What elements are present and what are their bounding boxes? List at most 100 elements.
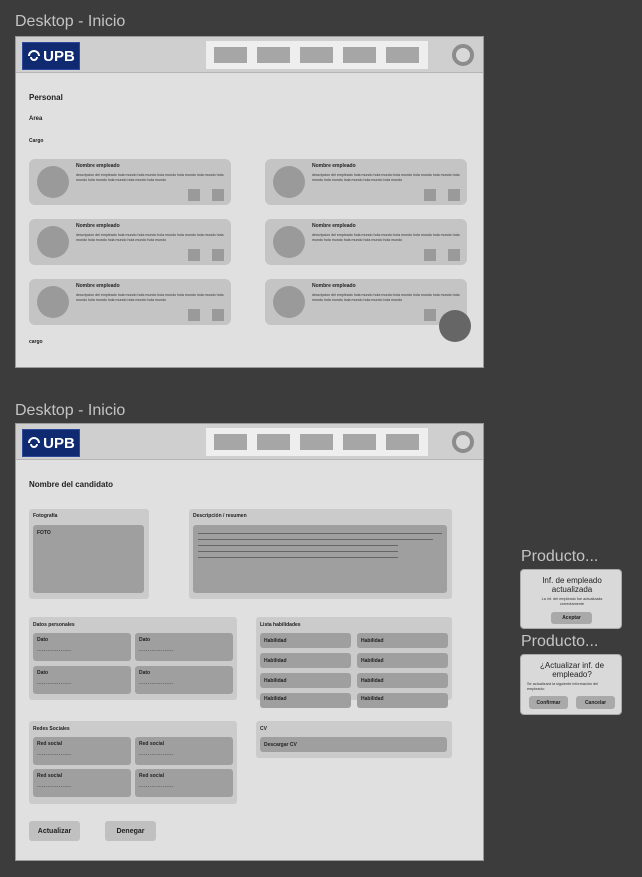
nav-item-4[interactable] (343, 47, 376, 63)
employee-action-button[interactable] (212, 309, 224, 321)
skill-label: Habilidad (264, 638, 287, 644)
description-panel: Descripción / resumen (189, 509, 452, 599)
employee-action-button[interactable] (424, 249, 436, 261)
employee-card[interactable]: Nombre empleado descripcion del empleado… (265, 219, 467, 265)
employee-photo (273, 226, 305, 258)
employee-description: descripcion del empleado hola mundo hola… (312, 173, 460, 182)
update-button[interactable]: Actualizar (29, 821, 80, 841)
nav-item-3[interactable] (300, 434, 333, 450)
logo-icon (28, 50, 41, 61)
skill-item[interactable]: Habilidad (357, 633, 448, 648)
upb-logo[interactable]: UPB (22, 429, 80, 457)
employee-action-button[interactable] (448, 249, 460, 261)
social-panel: Redes Sociales Red social --------------… (29, 721, 237, 804)
employee-description: descripcion del empleado hola mundo hola… (312, 293, 460, 302)
accept-button[interactable]: Aceptar (551, 612, 592, 624)
success-dialog-message: La inf. del empleado fue actualizada cor… (541, 597, 603, 606)
employee-action-button[interactable] (188, 309, 200, 321)
skill-label: Habilidad (361, 678, 384, 684)
nav-item-5[interactable] (386, 47, 419, 63)
skill-item[interactable]: Habilidad (260, 693, 351, 708)
field-value: ---------------- (139, 648, 174, 654)
personal-data-field[interactable]: Dato ---------------- (135, 666, 233, 694)
nav-item-2[interactable] (257, 47, 290, 63)
field-label: Dato (37, 670, 49, 676)
employee-description: descripcion del empleado hola mundo hola… (76, 293, 224, 302)
skill-item[interactable]: Habilidad (357, 653, 448, 668)
cancel-button[interactable]: Cancelar (576, 696, 615, 709)
employee-photo (37, 226, 69, 258)
employee-action-button[interactable] (424, 309, 436, 321)
social-field[interactable]: Red social ---------------- (33, 769, 131, 797)
skill-label: Habilidad (264, 658, 287, 664)
footer-cargo-label: cargo (29, 339, 43, 345)
employee-card[interactable]: Nombre empleado descripcion del empleado… (265, 159, 467, 205)
download-cv-button[interactable]: Descargar CV (260, 737, 447, 752)
field-label: Red social (139, 773, 165, 779)
personal-data-field[interactable]: Dato ---------------- (135, 633, 233, 661)
user-avatar-icon[interactable] (452, 44, 474, 66)
employee-description: descripcion del empleado hola mundo hola… (76, 173, 224, 182)
text-line (198, 545, 398, 546)
employee-card[interactable]: Nombre empleado descripcion del empleado… (29, 219, 231, 265)
employee-description: descripcion del empleado hola mundo hola… (76, 233, 224, 242)
candidate-frame: UPB Nombre del candidato Fotografía FOTO… (15, 423, 484, 861)
field-value: ---------------- (37, 784, 72, 790)
employee-photo (273, 286, 305, 318)
field-label: Dato (139, 670, 151, 676)
candidate-name: Nombre del candidato (29, 480, 114, 489)
field-label: Red social (37, 741, 63, 747)
employee-card[interactable]: Nombre empleado descripcion del empleado… (29, 279, 231, 325)
social-title: Redes Sociales (33, 726, 70, 732)
employee-name: Nombre empleado (76, 163, 120, 169)
employee-action-button[interactable] (212, 249, 224, 261)
employee-action-button[interactable] (212, 189, 224, 201)
text-line (198, 551, 398, 552)
employee-name: Nombre empleado (312, 283, 356, 289)
deny-button[interactable]: Denegar (105, 821, 156, 841)
user-avatar-icon[interactable] (452, 431, 474, 453)
download-cv-label: Descargar CV (264, 742, 297, 748)
employee-name: Nombre empleado (312, 163, 356, 169)
description-panel-title: Descripción / resumen (193, 513, 247, 519)
employee-action-button[interactable] (188, 249, 200, 261)
photo-panel: Fotografía FOTO (29, 509, 149, 599)
employee-name: Nombre empleado (76, 283, 120, 289)
skill-item[interactable]: Habilidad (260, 673, 351, 688)
nav-item-2[interactable] (257, 434, 290, 450)
nav-item-4[interactable] (343, 434, 376, 450)
personal-data-field[interactable]: Dato ---------------- (33, 666, 131, 694)
nav-item-1[interactable] (214, 434, 247, 450)
photo-placeholder: FOTO (33, 525, 144, 593)
nav-item-1[interactable] (214, 47, 247, 63)
skill-item[interactable]: Habilidad (260, 633, 351, 648)
top-header: UPB (16, 37, 483, 73)
personal-data-field[interactable]: Dato ---------------- (33, 633, 131, 661)
nav-bar (206, 41, 428, 69)
field-value: ---------------- (139, 752, 174, 758)
social-field[interactable]: Red social ---------------- (135, 769, 233, 797)
floating-action-button[interactable] (439, 310, 471, 342)
employee-action-button[interactable] (424, 189, 436, 201)
field-label: Dato (37, 637, 49, 643)
skill-item[interactable]: Habilidad (260, 653, 351, 668)
cargo-label: Cargo (29, 138, 44, 144)
skill-item[interactable]: Habilidad (357, 693, 448, 708)
confirm-button[interactable]: Confirmar (529, 696, 568, 709)
nav-item-3[interactable] (300, 47, 333, 63)
field-value: ---------------- (37, 648, 72, 654)
employee-card[interactable]: Nombre empleado descripcion del empleado… (265, 279, 467, 325)
social-field[interactable]: Red social ---------------- (135, 737, 233, 765)
cv-title: CV (260, 726, 267, 732)
nav-item-5[interactable] (386, 434, 419, 450)
success-dialog-title: Inf. de empleado actualizada (542, 576, 602, 594)
skill-label: Habilidad (361, 696, 384, 702)
skill-item[interactable]: Habilidad (357, 673, 448, 688)
description-text-area[interactable] (193, 525, 447, 593)
upb-logo[interactable]: UPB (22, 42, 80, 70)
employee-card[interactable]: Nombre empleado descripcion del empleado… (29, 159, 231, 205)
employee-action-button[interactable] (448, 189, 460, 201)
social-field[interactable]: Red social ---------------- (33, 737, 131, 765)
employee-action-button[interactable] (188, 189, 200, 201)
field-value: ---------------- (37, 681, 72, 687)
